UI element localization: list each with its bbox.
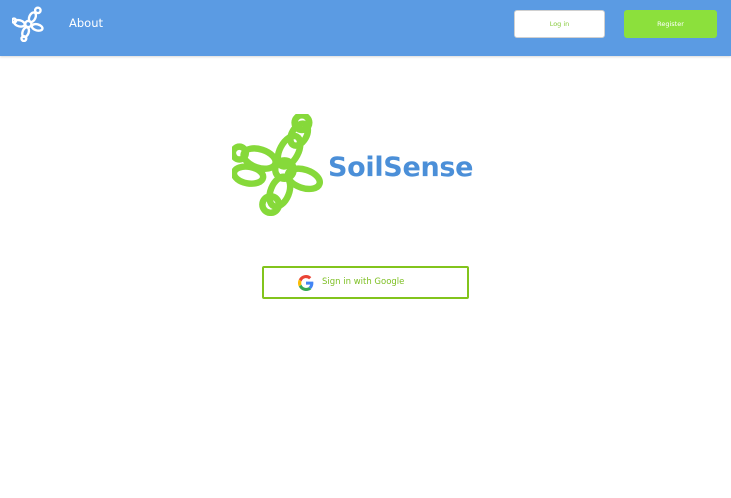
register-button[interactable]: Register [624,10,717,38]
google-signin-button[interactable]: Sign in with Google [262,266,469,299]
google-g-icon [298,275,314,291]
google-signin-label: Sign in with Google [322,277,405,287]
leaf-cluster-logo-icon [232,114,323,216]
about-link[interactable]: About [69,16,103,30]
brand-name: SoilSense [328,152,474,183]
leaf-cluster-logo-icon[interactable] [12,6,46,42]
brand-logo: SoilSense [232,114,482,218]
login-button[interactable]: Log in [514,10,605,38]
top-navigation-bar: About Log in Register [0,0,731,56]
